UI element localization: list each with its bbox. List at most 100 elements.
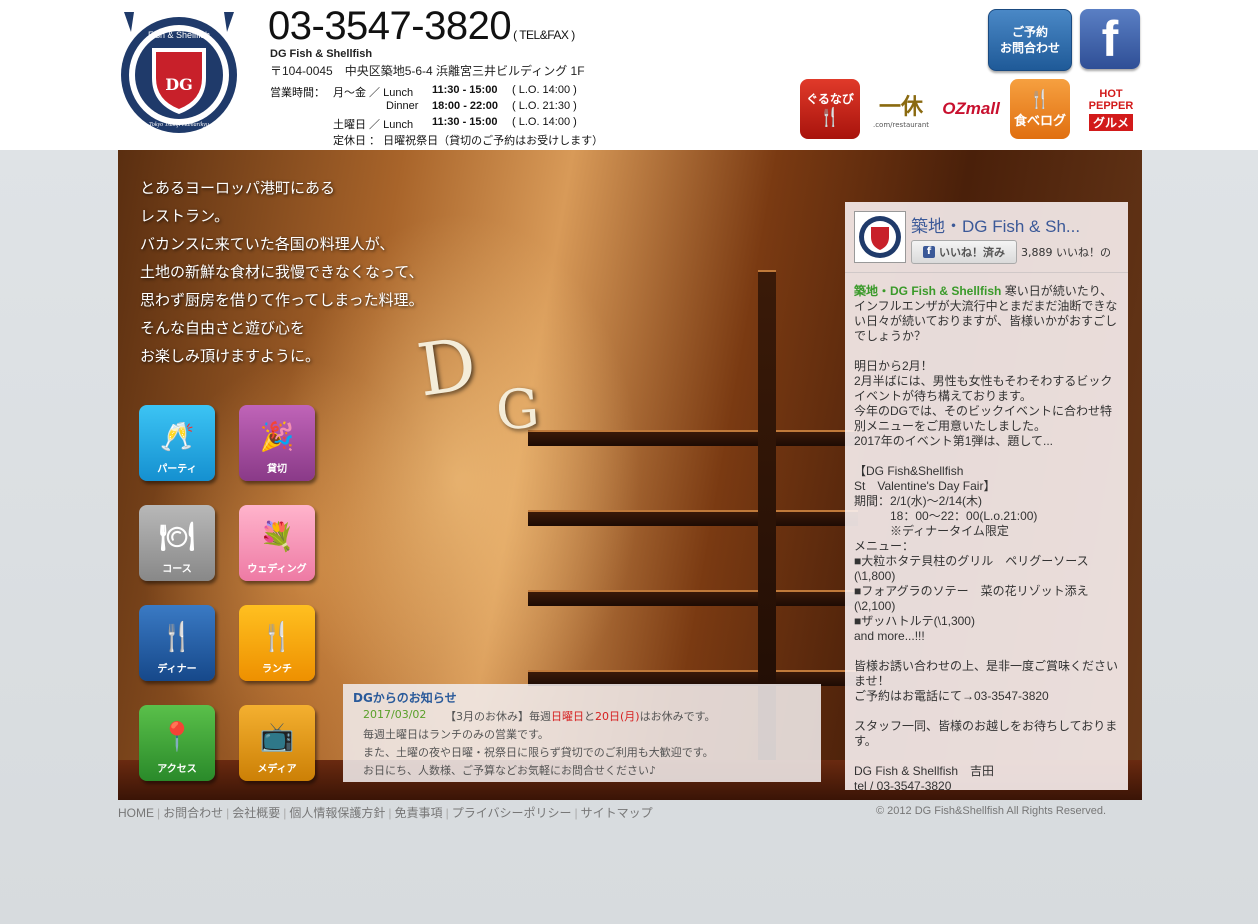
facebook-post-line: ■ザッハトルテ(\1,300) — [854, 614, 975, 628]
tagline: とあるヨーロッパ港町にある レストラン。 バカンスに来ていた各国の料理人が、 土… — [140, 174, 424, 370]
footer-link[interactable]: プライバシーポリシー — [452, 806, 572, 820]
footer-link[interactable]: 免責事項 — [395, 806, 443, 820]
logo-subtext: Tokyo Tsukiji Hamarikyu — [149, 122, 209, 128]
facebook-post-gap — [854, 449, 1122, 464]
hours-dinner-lo: ( L.O. 21:30 ) — [512, 100, 577, 112]
hotpepper-gourmet-label: グルメ — [1088, 113, 1133, 131]
bouquet-icon: 💐 — [259, 520, 295, 553]
facebook-post-line: DG Fish & Shellfish 吉田 — [854, 764, 995, 778]
facebook-post-line: 明日から2月！ — [854, 359, 933, 373]
hotpepper-label: HOT PEPPER — [1088, 87, 1134, 112]
facebook-page-avatar[interactable] — [854, 211, 906, 263]
nav-media-label: メディア — [257, 764, 297, 775]
nav-party-button[interactable]: 🥂 パーティ — [139, 405, 215, 481]
nav-access-button[interactable]: 📍 アクセス — [139, 705, 215, 781]
facebook-post-line: 2月半ばには、男性も女性もそわそわするビックイベントが待ち構えております。 — [854, 374, 1113, 403]
hours-closed: 定休日 ： 日曜祝祭日（貸切のご予約はお受けします） — [333, 135, 604, 147]
nav-private-label: 貸切 — [267, 464, 287, 475]
tagline-line: 思わず厨房を借りて作ってしまった料理。 — [140, 291, 424, 309]
logo-text: Fish & Shellfish — [148, 30, 210, 40]
facebook-post-line: ※ディナータイム限定 — [854, 524, 1009, 538]
footer-link[interactable]: サイトマップ — [581, 806, 653, 820]
nav-course-label: コース — [162, 564, 192, 575]
nav-dinner-button[interactable]: 🍴 ディナー — [139, 605, 215, 681]
facebook-post-line: ■大粒ホタテ貝柱のグリル ペリグーソース(\1,800) — [854, 554, 1089, 583]
footer-link[interactable]: 個人情報保護方針 — [289, 806, 385, 820]
facebook-like-button[interactable]: f いいね！済み — [911, 240, 1017, 264]
facebook-post-line: スタッフ一同、皆様のお越しをお待ちしております。 — [854, 719, 1118, 748]
nav-wedding-button[interactable]: 💐 ウェディング — [239, 505, 315, 581]
news-title: DGからのお知らせ — [353, 691, 457, 705]
facebook-post: 築地・DG Fish & Shellfish 寒い日が続いたり、インフルエンザが… — [854, 284, 1122, 790]
tagline-line: レストラン。 — [140, 207, 230, 225]
facebook-page-name-link[interactable]: 築地・DG Fish & Sh... — [911, 212, 1080, 237]
news-text: 【3月のお休み】毎週 — [445, 710, 551, 723]
map-pin-icon: 📍 — [159, 720, 195, 753]
footer-link[interactable]: お問合わせ — [163, 806, 223, 820]
tabelog-button[interactable]: 🍴 食べログ — [1010, 79, 1070, 139]
nav-media-button[interactable]: 📺 メディア — [239, 705, 315, 781]
news-highlight: 20日(月) — [595, 710, 640, 723]
tabelog-label: 食べログ — [1013, 114, 1066, 129]
facebook-post-first-line: 築地・DG Fish & Shellfish 寒い日が続いたり、インフルエンザが… — [854, 284, 1122, 344]
ozmall-button[interactable]: OZmall — [940, 79, 1002, 139]
footer-separator: | — [388, 806, 392, 820]
footer-separator: | — [445, 806, 449, 820]
tagline-line: とあるヨーロッパ港町にある — [140, 179, 336, 197]
footer-separator: | — [574, 806, 578, 820]
ikkyu-sub-label: .com/restaurant — [872, 121, 930, 129]
news-line-1[interactable]: 【3月のお休み】毎週日曜日と20日(月)はお休みです。 — [445, 708, 716, 724]
hours-saturday-lunch-lo: ( L.O. 14:00 ) — [512, 116, 577, 128]
tagline-line: バカンスに来ていた各国の料理人が、 — [140, 235, 395, 253]
news-box: DGからのお知らせ 2017/03/02 【3月のお休み】毎週日曜日と20日(月… — [343, 684, 821, 782]
facebook-post-line: 皆様お誘い合わせの上、是非一度ご賞味くださいませ！ — [854, 659, 1119, 688]
tagline-line: 土地の新鮮な食材に我慢できなくなって、 — [140, 263, 424, 281]
nav-lunch-label: ランチ — [262, 664, 292, 675]
nav-private-button[interactable]: 🎉 貸切 — [239, 405, 315, 481]
facebook-post-body: 明日から2月！ 2月半ばには、男性も女性もそわそわするビックイベントが待ち構えてお… — [854, 344, 1122, 790]
facebook-page-widget: 築地・DG Fish & Sh... f いいね！済み 3,889 いいね！の … — [845, 202, 1128, 790]
facebook-small-icon: f — [923, 246, 935, 258]
facebook-post-line: 【DG Fish&Shellfish — [854, 464, 964, 478]
facebook-like-count: 3,889 いいね！の — [1021, 246, 1111, 259]
facebook-post-author-link[interactable]: 築地・DG Fish & Shellfish — [854, 284, 1001, 298]
hours-saturday-lunch-time: 11:30 - 15:00 — [432, 116, 498, 128]
party-popper-icon: 🎉 — [259, 420, 295, 453]
restaurant-logo[interactable]: DG Fish & Shellfish Tokyo Tsukiji Hamari… — [118, 8, 240, 142]
footer-link[interactable]: HOME — [118, 806, 154, 820]
tabelog-fork-icon: 🍴 — [1028, 89, 1052, 110]
news-line-4: お日にち、人数様、ご予算などお気軽にお問合せください♪ — [363, 764, 657, 777]
facebook-post-gap — [854, 749, 1122, 764]
shelf-decoration — [528, 430, 858, 446]
nav-lunch-button[interactable]: 🍴 ランチ — [239, 605, 315, 681]
hours-weekday-lunch-lo: ( L.O. 14:00 ) — [512, 84, 577, 96]
facebook-like-label: いいね！済み — [939, 246, 1005, 259]
hours-weekday-lunch-time: 11:30 - 15:00 — [432, 84, 498, 96]
fork-knife-icon: 🍴 — [818, 107, 842, 128]
news-date: 2017/03/02 — [363, 708, 427, 721]
footer-separator: | — [157, 806, 161, 820]
avatar-logo-icon — [859, 216, 901, 258]
champagne-icon: 🥂 — [159, 420, 195, 453]
reserve-contact-button[interactable]: ご予約 お問合わせ — [988, 9, 1072, 71]
hours-saturday: 土曜日 ／ Lunch — [333, 119, 414, 131]
hotpepper-button[interactable]: HOT PEPPER グルメ — [1080, 79, 1142, 139]
ikkyu-label: 一休 — [878, 95, 923, 120]
news-text: はお休みです。 — [639, 710, 716, 723]
nav-course-button[interactable]: 🍽 コース — [139, 505, 215, 581]
footer-link[interactable]: 会社概要 — [232, 806, 280, 820]
facebook-post-gap — [854, 644, 1122, 659]
plate-icon: 🍽 — [159, 520, 195, 553]
address: 〒104-0045 中央区築地5-6-4 浜離宮三井ビルディング 1F — [270, 64, 585, 78]
facebook-icon[interactable]: f — [1080, 9, 1140, 69]
gurunavi-button[interactable]: ぐるなび 🍴 — [800, 79, 860, 139]
facebook-post-line: メニュー： — [854, 539, 915, 553]
hours-dinner-time: 18:00 - 22:00 — [432, 100, 499, 112]
news-text: と — [584, 710, 595, 723]
copyright: © 2012 DG Fish&Shellfish All Rights Rese… — [876, 805, 1107, 817]
facebook-post-line: 今年のDGでは、そのビックイベントに合わせ特別メニューをご用意いたしました。 — [854, 404, 1113, 433]
dg-letter-g: G — [493, 376, 542, 443]
footer-separator: | — [283, 806, 287, 820]
facebook-post-line: 2017年のイベント第1弾は、題して... — [854, 434, 1054, 448]
ikkyu-button[interactable]: 一休 .com/restaurant — [870, 79, 932, 139]
